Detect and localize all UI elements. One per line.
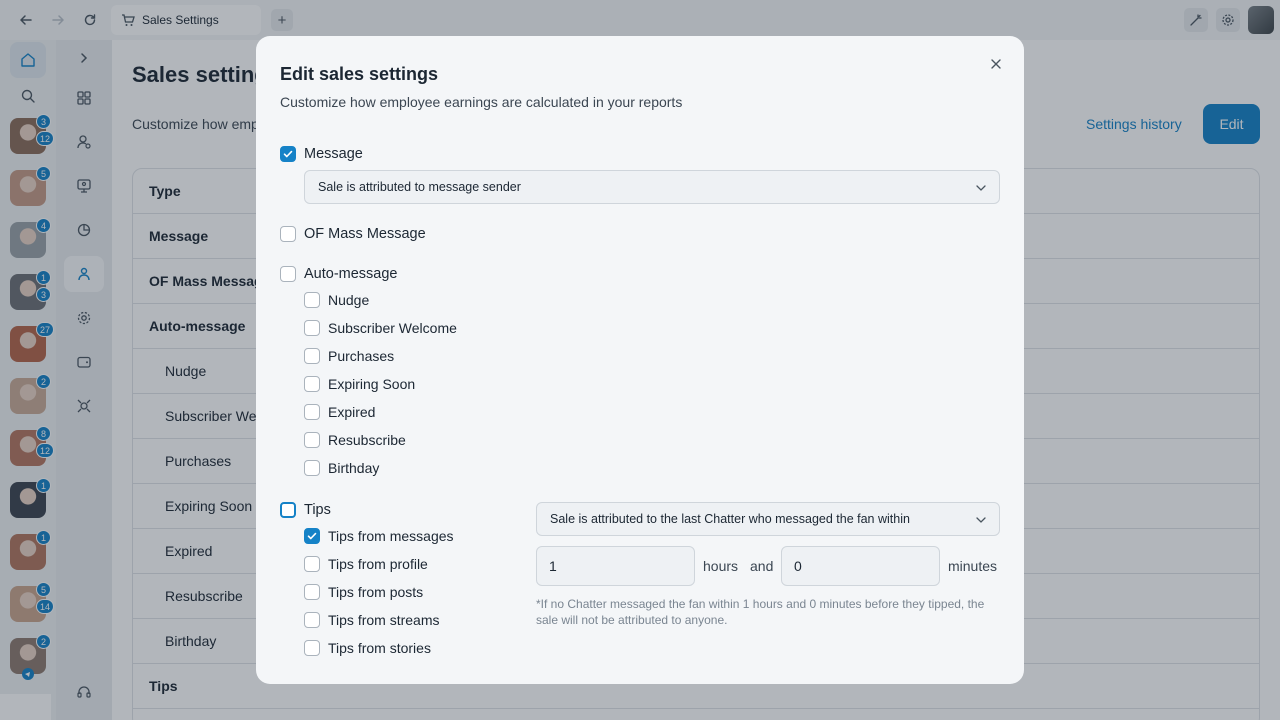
subscriber-welcome-label: Subscriber Welcome	[328, 320, 457, 336]
hours-label: hours	[703, 558, 739, 574]
birthday-checkbox[interactable]	[304, 460, 320, 476]
mass-message-checkbox-row[interactable]: OF Mass Message	[280, 226, 426, 242]
nudge-checkbox-row[interactable]: Nudge	[304, 292, 369, 308]
minutes-input[interactable]	[781, 546, 940, 586]
tips-from-stories-checkbox-row[interactable]: Tips from stories	[304, 640, 431, 656]
tips-from-messages-checkbox-row[interactable]: Tips from messages	[304, 528, 454, 544]
tips-from-stories-label: Tips from stories	[328, 640, 431, 656]
tips-checkbox-row[interactable]: Tips	[280, 502, 331, 518]
tips-from-streams-checkbox-row[interactable]: Tips from streams	[304, 612, 440, 628]
tips-from-streams-checkbox[interactable]	[304, 612, 320, 628]
tips-from-posts-checkbox-row[interactable]: Tips from posts	[304, 584, 423, 600]
purchases-label: Purchases	[328, 348, 395, 364]
tips-attribution-note: *If no Chatter messaged the fan within 1…	[536, 597, 985, 627]
tips-label: Tips	[304, 502, 331, 518]
tips-from-profile-checkbox[interactable]	[304, 556, 320, 572]
nudge-label: Nudge	[328, 292, 370, 308]
auto-message-label: Auto-message	[304, 266, 398, 282]
chevron-down-icon	[976, 517, 986, 523]
tips-checkbox[interactable]	[280, 502, 296, 518]
dialog-title: Edit sales settings	[280, 64, 439, 84]
birthday-label: Birthday	[328, 460, 380, 476]
purchases-checkbox[interactable]	[304, 348, 320, 364]
tips-from-messages-checkbox[interactable]	[304, 528, 320, 544]
checkmark-icon	[307, 532, 317, 540]
resubscribe-checkbox-row[interactable]: Resubscribe	[304, 432, 406, 448]
and-label: and	[750, 558, 774, 574]
dialog-subtitle: Customize how employee earnings are calc…	[280, 94, 683, 110]
tips-from-posts-label: Tips from posts	[328, 584, 424, 600]
expiring-soon-checkbox[interactable]	[304, 376, 320, 392]
tips-from-stories-checkbox[interactable]	[304, 640, 320, 656]
expired-checkbox-row[interactable]: Expired	[304, 404, 375, 420]
hours-input[interactable]	[536, 546, 695, 586]
tips-attribution-select[interactable]: Sale is attributed to the last Chatter w…	[536, 502, 1000, 536]
message-attribution-value: Sale is attributed to message sender	[318, 180, 521, 194]
message-label: Message	[304, 146, 363, 162]
purchases-checkbox-row[interactable]: Purchases	[304, 348, 394, 364]
tips-from-profile-label: Tips from profile	[328, 556, 428, 572]
expired-checkbox[interactable]	[304, 404, 320, 420]
mass-message-label: OF Mass Message	[304, 226, 426, 242]
tips-from-streams-label: Tips from streams	[328, 612, 440, 628]
tips-from-messages-label: Tips from messages	[328, 528, 454, 544]
subscriber-welcome-checkbox-row[interactable]: Subscriber Welcome	[304, 320, 457, 336]
tips-from-profile-checkbox-row[interactable]: Tips from profile	[304, 556, 428, 572]
subscriber-welcome-checkbox[interactable]	[304, 320, 320, 336]
auto-message-checkbox-row[interactable]: Auto-message	[280, 266, 398, 282]
resubscribe-label: Resubscribe	[328, 432, 406, 448]
auto-message-checkbox[interactable]	[280, 266, 296, 282]
close-icon[interactable]	[986, 56, 1006, 72]
resubscribe-checkbox[interactable]	[304, 432, 320, 448]
expiring-soon-checkbox-row[interactable]: Expiring Soon	[304, 376, 415, 392]
minutes-label: minutes	[948, 558, 998, 574]
message-attribution-select[interactable]: Sale is attributed to message sender	[304, 170, 1000, 204]
tips-from-posts-checkbox[interactable]	[304, 584, 320, 600]
expired-label: Expired	[328, 404, 376, 420]
tips-attribution-value: Sale is attributed to the last Chatter w…	[550, 512, 910, 526]
mass-message-checkbox[interactable]	[280, 226, 296, 242]
message-checkbox[interactable]	[280, 146, 296, 162]
birthday-checkbox-row[interactable]: Birthday	[304, 460, 379, 476]
nudge-checkbox[interactable]	[304, 292, 320, 308]
checkmark-icon	[283, 150, 293, 158]
chevron-down-icon	[976, 185, 986, 191]
edit-sales-settings-dialog: Edit sales settings Customize how employ…	[256, 36, 1024, 684]
message-checkbox-row[interactable]: Message	[280, 146, 363, 162]
expiring-soon-label: Expiring Soon	[328, 376, 416, 392]
